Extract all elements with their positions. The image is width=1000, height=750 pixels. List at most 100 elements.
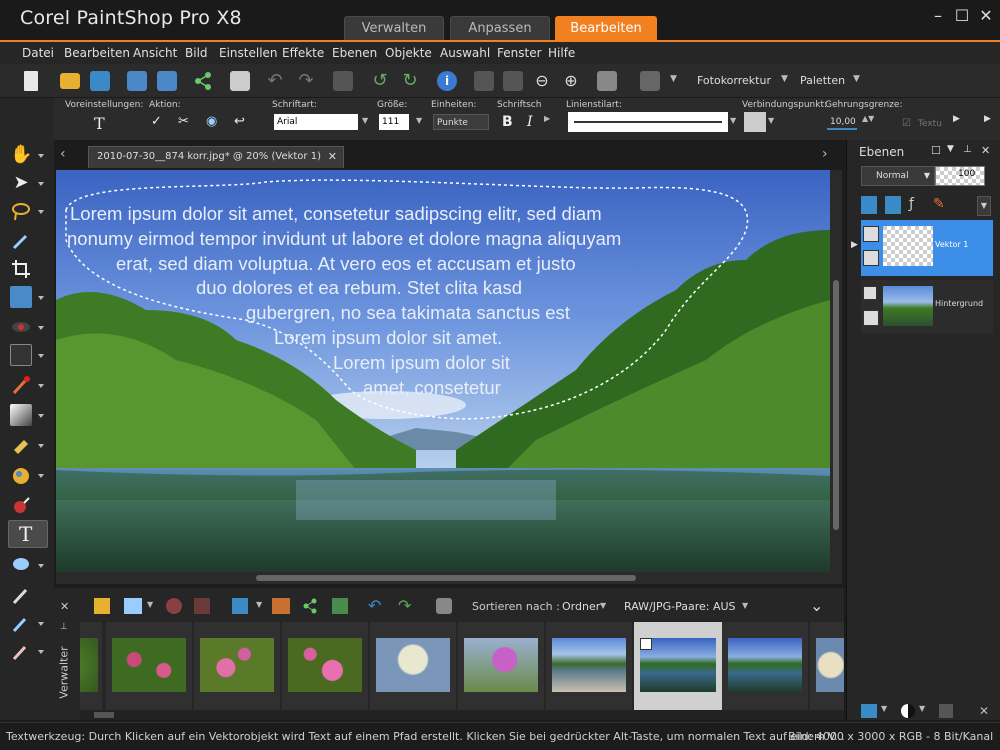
organizer-rotate-left-icon[interactable]: ↶ xyxy=(368,596,381,615)
join-dropdown-icon[interactable]: ▼ xyxy=(768,116,774,125)
thumbnail-item[interactable] xyxy=(282,622,368,710)
thumbnail-item[interactable] xyxy=(546,622,632,710)
crop-icon[interactable] xyxy=(10,258,32,280)
red-eye-icon[interactable] xyxy=(10,316,32,338)
screenshot-icon[interactable] xyxy=(597,71,617,91)
document-tab[interactable]: 2010-07-30__874 korr.jpg* @ 20% (Vektor … xyxy=(88,146,344,168)
miter-input[interactable]: 10,00 xyxy=(827,114,857,130)
layer-brush-icon[interactable]: ✎ xyxy=(933,196,949,214)
organizer-share-icon[interactable] xyxy=(302,598,318,614)
layer-up-icon[interactable] xyxy=(861,196,877,214)
minimize-icon[interactable]: – xyxy=(928,6,948,26)
clone-expand-icon[interactable] xyxy=(38,354,44,358)
pen-icon[interactable] xyxy=(10,584,32,606)
thumbnail-item[interactable] xyxy=(722,622,808,710)
save-as-icon[interactable] xyxy=(157,71,177,91)
text-block[interactable]: Lorem ipsum dolor sit amet, consetetur s… xyxy=(56,202,830,400)
units-select[interactable]: Punkte xyxy=(433,114,489,130)
paintbrush-expand-icon[interactable] xyxy=(38,384,44,388)
panel-menu-icon[interactable]: ☐ xyxy=(931,144,941,157)
eyedropper-icon[interactable] xyxy=(10,230,32,252)
texture-checkbox[interactable]: ☑ xyxy=(902,118,911,129)
layer-down-icon[interactable] xyxy=(885,196,901,214)
organizer-list-icon[interactable] xyxy=(124,598,142,614)
organizer-photo-icon[interactable] xyxy=(272,598,290,614)
tab-scroll-left-icon[interactable]: ‹ xyxy=(60,146,66,162)
grid-icon[interactable] xyxy=(474,71,494,91)
organizer-info-dropdown-icon[interactable]: ▼ xyxy=(256,600,262,609)
join-select[interactable] xyxy=(744,112,766,132)
horizontal-scroll-thumb[interactable] xyxy=(256,575,636,581)
red-eye-expand-icon[interactable] xyxy=(38,326,44,330)
organizer-info-icon[interactable] xyxy=(232,598,248,614)
thumbnail-item[interactable] xyxy=(370,622,456,710)
color-changer-icon[interactable] xyxy=(10,494,32,516)
tab-scroll-right-icon[interactable]: › xyxy=(822,146,828,162)
organizer-edit-icon[interactable] xyxy=(166,598,182,614)
flood-fill-expand-icon[interactable] xyxy=(38,474,44,478)
new-layer-icon[interactable] xyxy=(861,704,877,718)
save-icon[interactable] xyxy=(127,71,147,91)
panel-close-icon[interactable]: ✕ xyxy=(981,144,990,157)
zoom-out-icon[interactable]: ⊖ xyxy=(532,71,552,91)
organizer-timer-icon[interactable] xyxy=(436,598,452,614)
arrange-icon[interactable] xyxy=(640,71,660,91)
options-more-icon[interactable]: ▶ xyxy=(953,114,960,124)
menu-effekte[interactable]: Effekte xyxy=(282,46,324,60)
panel-pin-icon[interactable]: ⊥ xyxy=(963,144,972,155)
menu-hilfe[interactable]: Hilfe xyxy=(548,46,575,60)
menu-bild[interactable]: Bild xyxy=(185,46,208,60)
opacity-slider[interactable]: 100 xyxy=(935,166,985,186)
crop-history-icon[interactable] xyxy=(333,71,353,91)
organizer-rotate-right-icon[interactable]: ↷ xyxy=(398,596,411,615)
new-file-icon[interactable] xyxy=(24,71,38,91)
font-input[interactable]: Arial xyxy=(274,114,358,130)
tab-verwalten[interactable]: Verwalten xyxy=(344,16,444,40)
sort-dropdown-icon[interactable]: ▼ xyxy=(600,601,606,610)
tab-bearbeiten[interactable]: Bearbeiten xyxy=(555,16,657,40)
bold-button[interactable]: B xyxy=(502,114,513,130)
paletten-dropdown-icon[interactable]: ▼ xyxy=(853,74,860,84)
arrange-dropdown-icon[interactable]: ▼ xyxy=(670,74,677,84)
fit-window-icon[interactable] xyxy=(503,71,523,91)
organizer-scroll-thumb[interactable] xyxy=(94,712,114,718)
size-dropdown-icon[interactable]: ▼ xyxy=(416,116,422,125)
mask-icon[interactable] xyxy=(901,704,915,718)
fotokorrektur-menu[interactable]: Fotokorrektur xyxy=(697,74,771,87)
italic-button[interactable]: I xyxy=(527,114,533,130)
redo-icon[interactable]: ↷ xyxy=(296,71,316,91)
raw-jpg-pairs-toggle[interactable]: RAW/JPG-Paare: AUS xyxy=(624,600,736,613)
new-layer-dropdown-icon[interactable]: ▼ xyxy=(881,704,887,713)
organizer-collapse-icon[interactable]: ⌄ xyxy=(810,596,823,615)
layer-visibility-icon[interactable] xyxy=(863,250,879,266)
layer-properties-icon[interactable] xyxy=(939,704,953,718)
vertical-scrollbar[interactable] xyxy=(830,170,842,572)
cut-scissors-icon[interactable]: ✂ xyxy=(178,114,189,129)
menu-datei[interactable]: Datei xyxy=(22,46,54,60)
organizer-close-icon[interactable]: ✕ xyxy=(60,600,69,613)
document-close-icon[interactable]: ✕ xyxy=(328,147,337,167)
wrap-text-icon[interactable]: ↩ xyxy=(234,114,245,129)
undo-icon[interactable]: ↶ xyxy=(265,71,285,91)
zoom-in-icon[interactable]: ⊕ xyxy=(561,71,581,91)
organizer-pin-icon[interactable]: ⊥ xyxy=(60,622,68,632)
scanner-icon[interactable] xyxy=(90,71,110,91)
paintbrush-icon[interactable] xyxy=(10,374,32,396)
share-icon[interactable] xyxy=(193,71,213,91)
panel-options-icon[interactable]: ▼ xyxy=(947,144,954,154)
sort-select[interactable]: Ordner xyxy=(562,600,600,613)
layer-link-icon[interactable]: ƒ xyxy=(909,196,925,214)
shape-icon[interactable] xyxy=(10,554,32,576)
thumbnail-item-selected[interactable] xyxy=(634,622,722,710)
menu-einstellen[interactable]: Einstellen xyxy=(219,46,278,60)
layer-visibility-icon[interactable] xyxy=(863,310,879,326)
lasso-expand-icon[interactable] xyxy=(38,210,44,214)
rotate-left-icon[interactable]: ↺ xyxy=(370,71,390,91)
pick-arrow-icon[interactable]: ➤ xyxy=(10,172,32,194)
fotokorrektur-dropdown-icon[interactable]: ▼ xyxy=(781,74,788,84)
menu-auswahl[interactable]: Auswahl xyxy=(440,46,490,60)
line-style-select[interactable] xyxy=(568,112,728,132)
layer-row-vektor[interactable]: Vektor 1 xyxy=(861,220,993,276)
pan-hand-icon[interactable]: ✋ xyxy=(10,144,32,166)
retouch-expand-icon[interactable] xyxy=(38,650,44,654)
